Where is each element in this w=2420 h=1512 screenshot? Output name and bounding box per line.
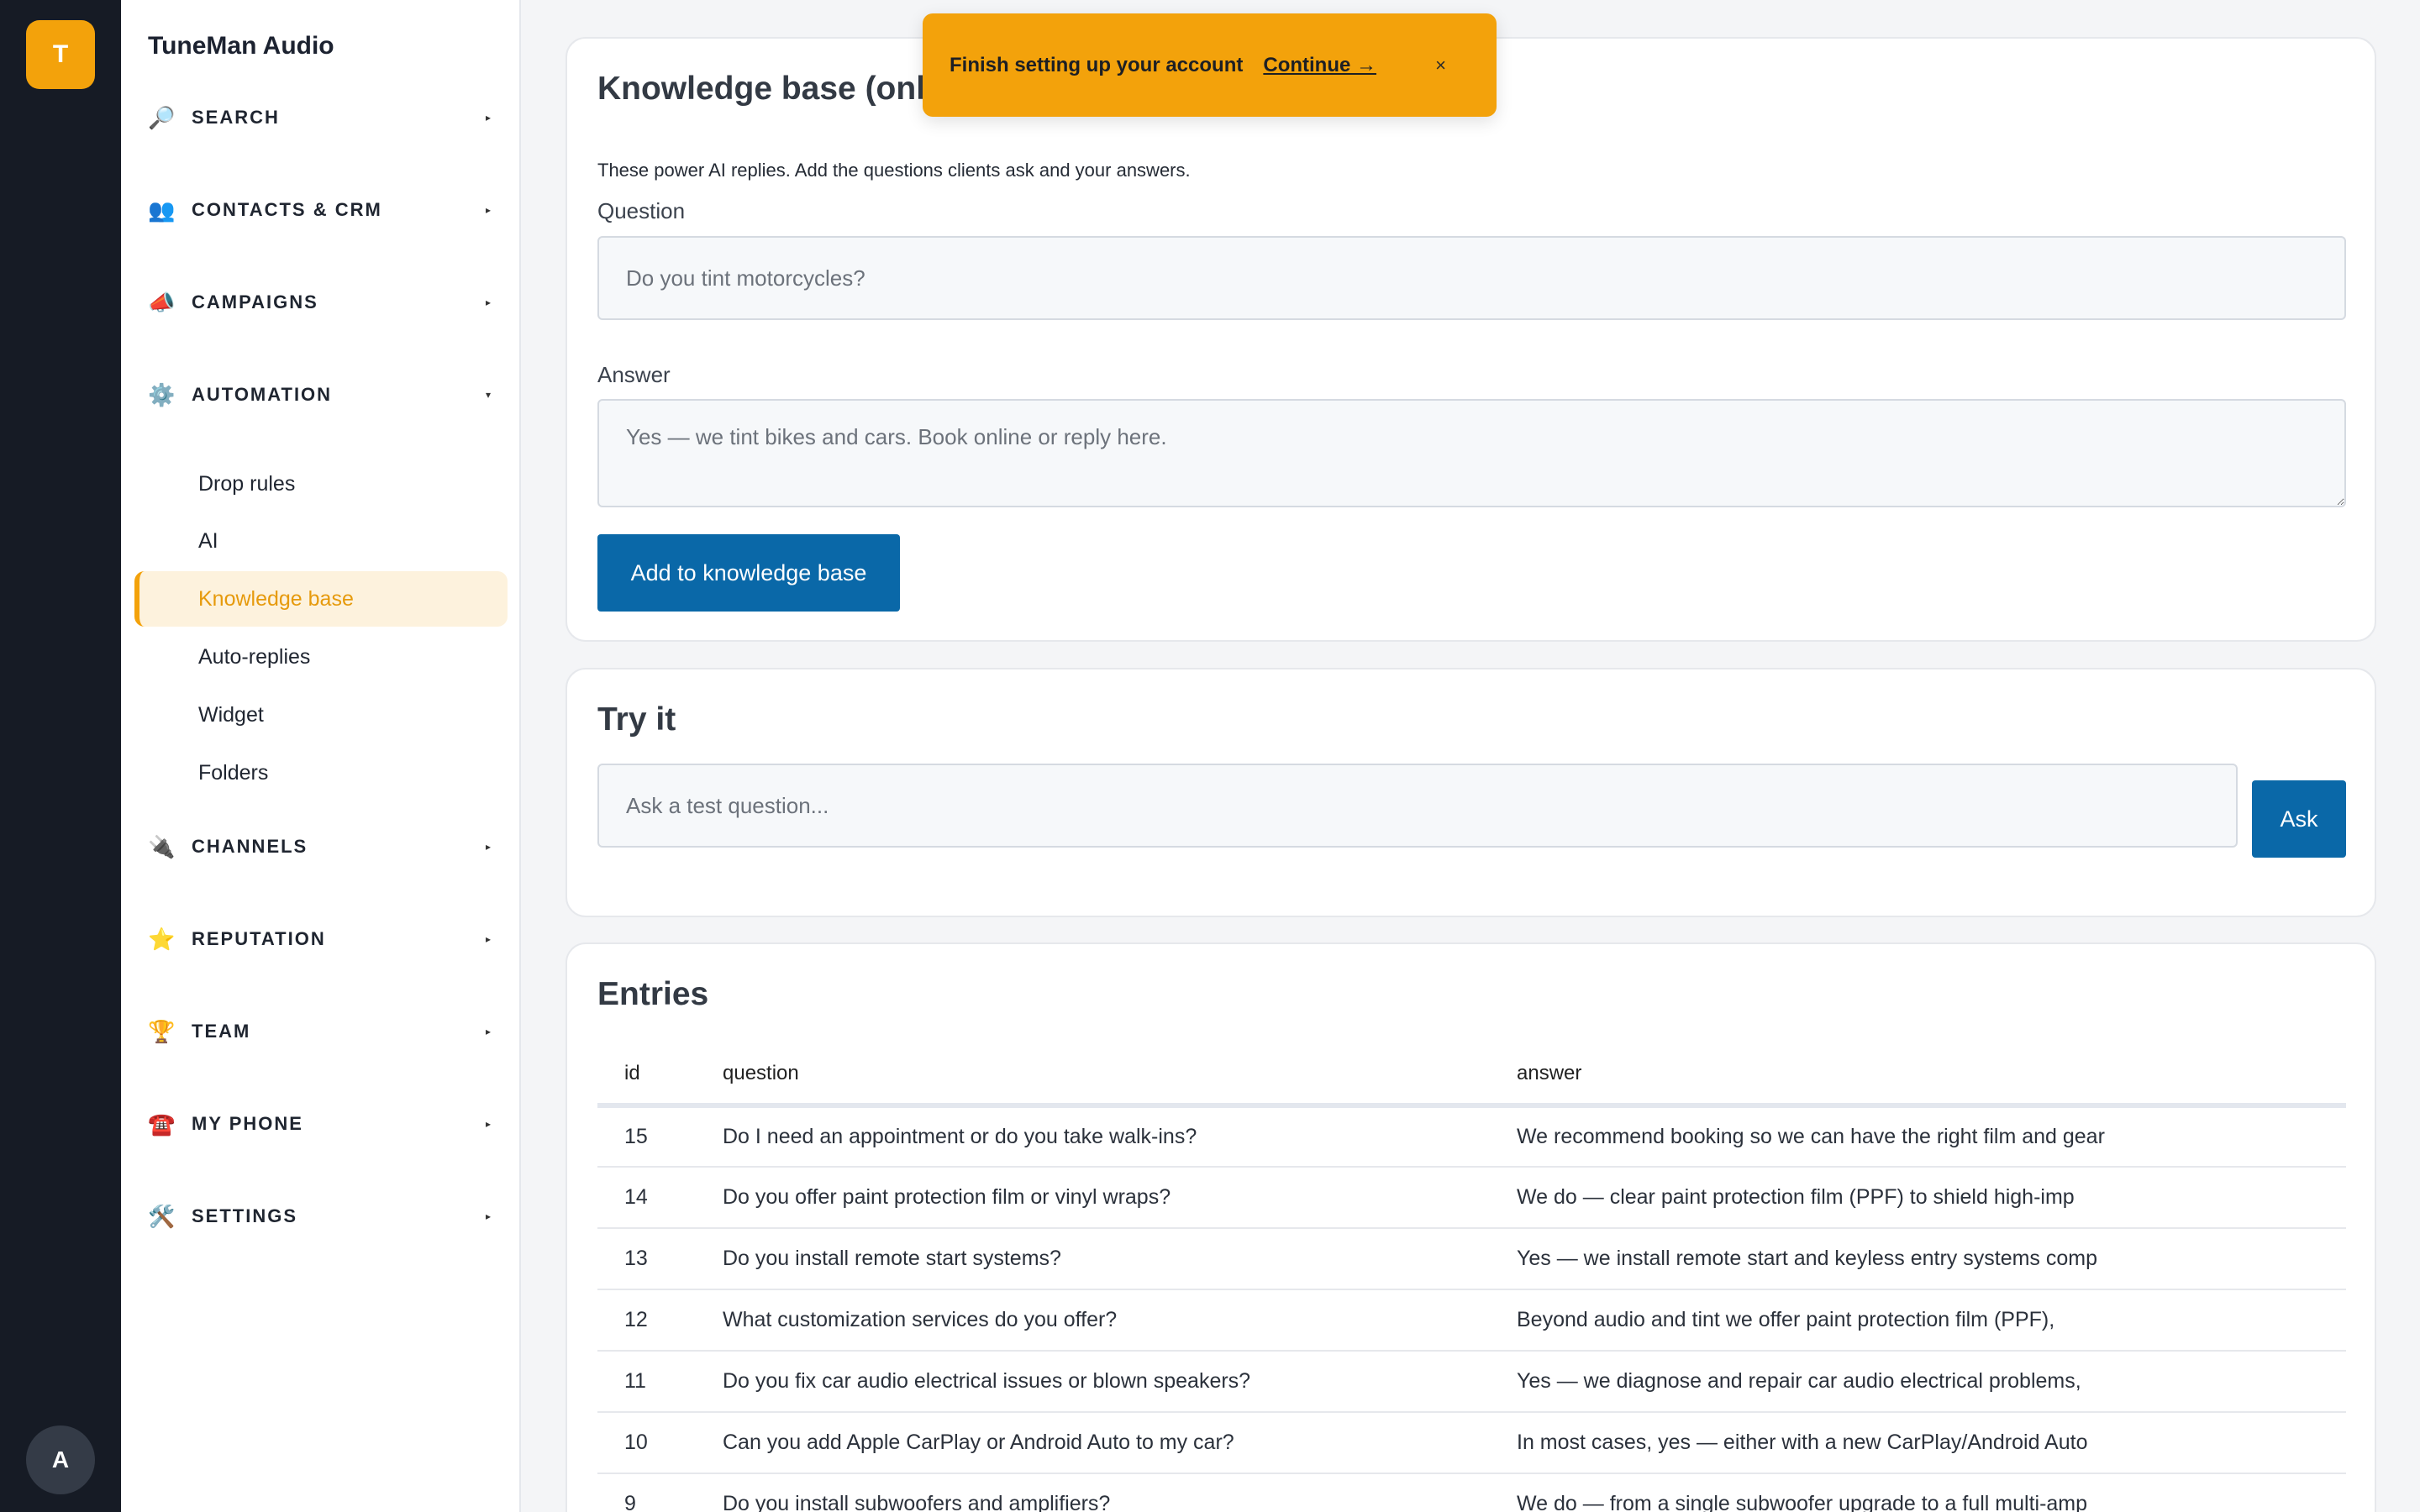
caret-right-icon: ▸ xyxy=(485,1026,492,1037)
phone-icon: ☎️ xyxy=(148,1110,176,1137)
answer-textarea[interactable] xyxy=(597,399,2346,507)
cell-id: 12 xyxy=(597,1289,723,1352)
trophy-icon: 🏆 xyxy=(148,1018,176,1044)
user-avatar[interactable]: A xyxy=(26,1425,95,1494)
cell-answer: We recommend booking so we can have the … xyxy=(1517,1105,2346,1168)
caret-right-icon: ▸ xyxy=(485,841,492,853)
app-rail: T A xyxy=(0,0,121,1512)
sidebar-item-widget[interactable]: Widget xyxy=(134,687,508,743)
brand-name: TuneMan Audio xyxy=(148,32,334,60)
cell-answer: Yes — we install remote start and keyles… xyxy=(1517,1228,2346,1290)
cell-question: Can you add Apple CarPlay or Android Aut… xyxy=(723,1412,1517,1474)
toast-message: Finish setting up your account xyxy=(950,53,1244,76)
contacts-icon: 👥 xyxy=(148,197,176,223)
caret-right-icon: ▸ xyxy=(485,297,492,308)
table-row[interactable]: 12 What customization services do you of… xyxy=(597,1289,2346,1352)
close-icon[interactable]: × xyxy=(1435,55,1446,76)
nav-section-label: AUTOMATION xyxy=(192,384,333,405)
sidebar-item-ai[interactable]: AI xyxy=(134,513,508,569)
sidebar-item-auto-replies[interactable]: Auto-replies xyxy=(134,629,508,685)
table-row[interactable]: 15 Do I need an appointment or do you ta… xyxy=(597,1105,2346,1168)
caret-right-icon: ▸ xyxy=(485,1118,492,1130)
cell-answer: We do — from a single subwoofer upgrade … xyxy=(1517,1473,2346,1512)
setup-toast: Finish setting up your account Continue … xyxy=(923,13,1497,117)
sidebar-item-drop-rules[interactable]: Drop rules xyxy=(134,456,508,512)
star-icon: ⭐ xyxy=(148,926,176,952)
entries-table: id question answer 15 Do I need an appoi… xyxy=(597,1043,2346,1512)
try-it-title: Try it xyxy=(597,701,676,738)
nav-section-reputation[interactable]: ⭐ REPUTATION ▸ xyxy=(148,922,501,956)
table-header-row: id question answer xyxy=(597,1043,2346,1108)
megaphone-icon: 📣 xyxy=(148,289,176,315)
cell-id: 11 xyxy=(597,1351,723,1413)
sidebar: TuneMan Audio 🔎 SEARCH ▸ 👥 CONTACTS & CR… xyxy=(121,0,521,1512)
search-icon: 🔎 xyxy=(148,104,176,130)
cell-question: Do you install remote start systems? xyxy=(723,1228,1517,1290)
nav-section-automation[interactable]: ⚙️ AUTOMATION ▾ xyxy=(148,378,501,412)
cell-id: 15 xyxy=(597,1105,723,1168)
nav-section-team[interactable]: 🏆 TEAM ▸ xyxy=(148,1015,501,1048)
plug-icon: 🔌 xyxy=(148,833,176,859)
nav-section-channels[interactable]: 🔌 CHANNELS ▸ xyxy=(148,830,501,864)
cell-id: 14 xyxy=(597,1167,723,1229)
caret-down-icon: ▾ xyxy=(485,389,492,401)
column-header-question[interactable]: question xyxy=(723,1043,1517,1108)
cell-answer: Beyond audio and tint we offer paint pro… xyxy=(1517,1289,2346,1352)
cell-question: Do you install subwoofers and amplifiers… xyxy=(723,1473,1517,1512)
nav-section-search[interactable]: 🔎 SEARCH ▸ xyxy=(148,101,501,134)
test-question-input[interactable] xyxy=(597,764,2238,848)
cell-question: Do you fix car audio electrical issues o… xyxy=(723,1351,1517,1413)
ask-button[interactable]: Ask xyxy=(2252,780,2346,858)
nav-section-my-phone[interactable]: ☎️ MY PHONE ▸ xyxy=(148,1107,501,1141)
entries-card: Entries id question answer 15 Do I need … xyxy=(566,942,2376,1512)
nav-section-label: REPUTATION xyxy=(192,928,326,949)
nav-section-settings[interactable]: 🛠️ SETTINGS ▸ xyxy=(148,1200,501,1233)
nav-section-label: CONTACTS & CRM xyxy=(192,199,382,220)
caret-right-icon: ▸ xyxy=(485,1210,492,1222)
cell-answer: We do — clear paint protection film (PPF… xyxy=(1517,1167,2346,1229)
sidebar-item-knowledge-base[interactable]: Knowledge base xyxy=(134,571,508,627)
knowledge-base-card: Knowledge base (onl These power AI repli… xyxy=(566,37,2376,642)
cell-id: 9 xyxy=(597,1473,723,1512)
cell-question: What customization services do you offer… xyxy=(723,1289,1517,1352)
nav-section-contacts[interactable]: 👥 CONTACTS & CRM ▸ xyxy=(148,193,501,227)
column-header-answer[interactable]: answer xyxy=(1517,1043,2346,1108)
table-row[interactable]: 10 Can you add Apple CarPlay or Android … xyxy=(597,1412,2346,1474)
cell-answer: Yes — we diagnose and repair car audio e… xyxy=(1517,1351,2346,1413)
question-input[interactable] xyxy=(597,236,2346,320)
nav-section-label: SEARCH xyxy=(192,107,280,128)
table-row[interactable]: 11 Do you fix car audio electrical issue… xyxy=(597,1351,2346,1413)
continue-link[interactable]: Continue → xyxy=(1263,54,1376,77)
nav-section-label: CAMPAIGNS xyxy=(192,291,318,312)
gear-icon: ⚙️ xyxy=(148,381,176,407)
table-row[interactable]: 13 Do you install remote start systems? … xyxy=(597,1228,2346,1290)
sidebar-item-folders[interactable]: Folders xyxy=(134,745,508,801)
table-row[interactable]: 14 Do you offer paint protection film or… xyxy=(597,1167,2346,1229)
add-to-knowledge-base-button[interactable]: Add to knowledge base xyxy=(597,534,900,612)
page-title: Knowledge base (onl xyxy=(597,71,926,107)
try-it-card: Try it Ask xyxy=(566,668,2376,917)
cell-question: Do I need an appointment or do you take … xyxy=(723,1105,1517,1168)
cell-answer: In most cases, yes — either with a new C… xyxy=(1517,1412,2346,1474)
answer-label: Answer xyxy=(597,362,671,387)
cell-question: Do you offer paint protection film or vi… xyxy=(723,1167,1517,1229)
nav-section-label: SETTINGS xyxy=(192,1205,298,1226)
caret-right-icon: ▸ xyxy=(485,933,492,945)
helper-text: These power AI replies. Add the question… xyxy=(597,160,1191,181)
column-header-id[interactable]: id xyxy=(597,1043,723,1108)
table-row[interactable]: 9 Do you install subwoofers and amplifie… xyxy=(597,1473,2346,1512)
workspace-logo[interactable]: T xyxy=(26,20,95,89)
nav-section-label: TEAM xyxy=(192,1021,251,1042)
cell-id: 13 xyxy=(597,1228,723,1290)
caret-right-icon: ▸ xyxy=(485,204,492,216)
entries-title: Entries xyxy=(597,976,709,1012)
caret-right-icon: ▸ xyxy=(485,112,492,123)
nav-section-label: CHANNELS xyxy=(192,836,308,857)
question-label: Question xyxy=(597,198,686,223)
nav-section-campaigns[interactable]: 📣 CAMPAIGNS ▸ xyxy=(148,286,501,319)
tools-icon: 🛠️ xyxy=(148,1203,176,1229)
nav-section-label: MY PHONE xyxy=(192,1113,303,1134)
cell-id: 10 xyxy=(597,1412,723,1474)
